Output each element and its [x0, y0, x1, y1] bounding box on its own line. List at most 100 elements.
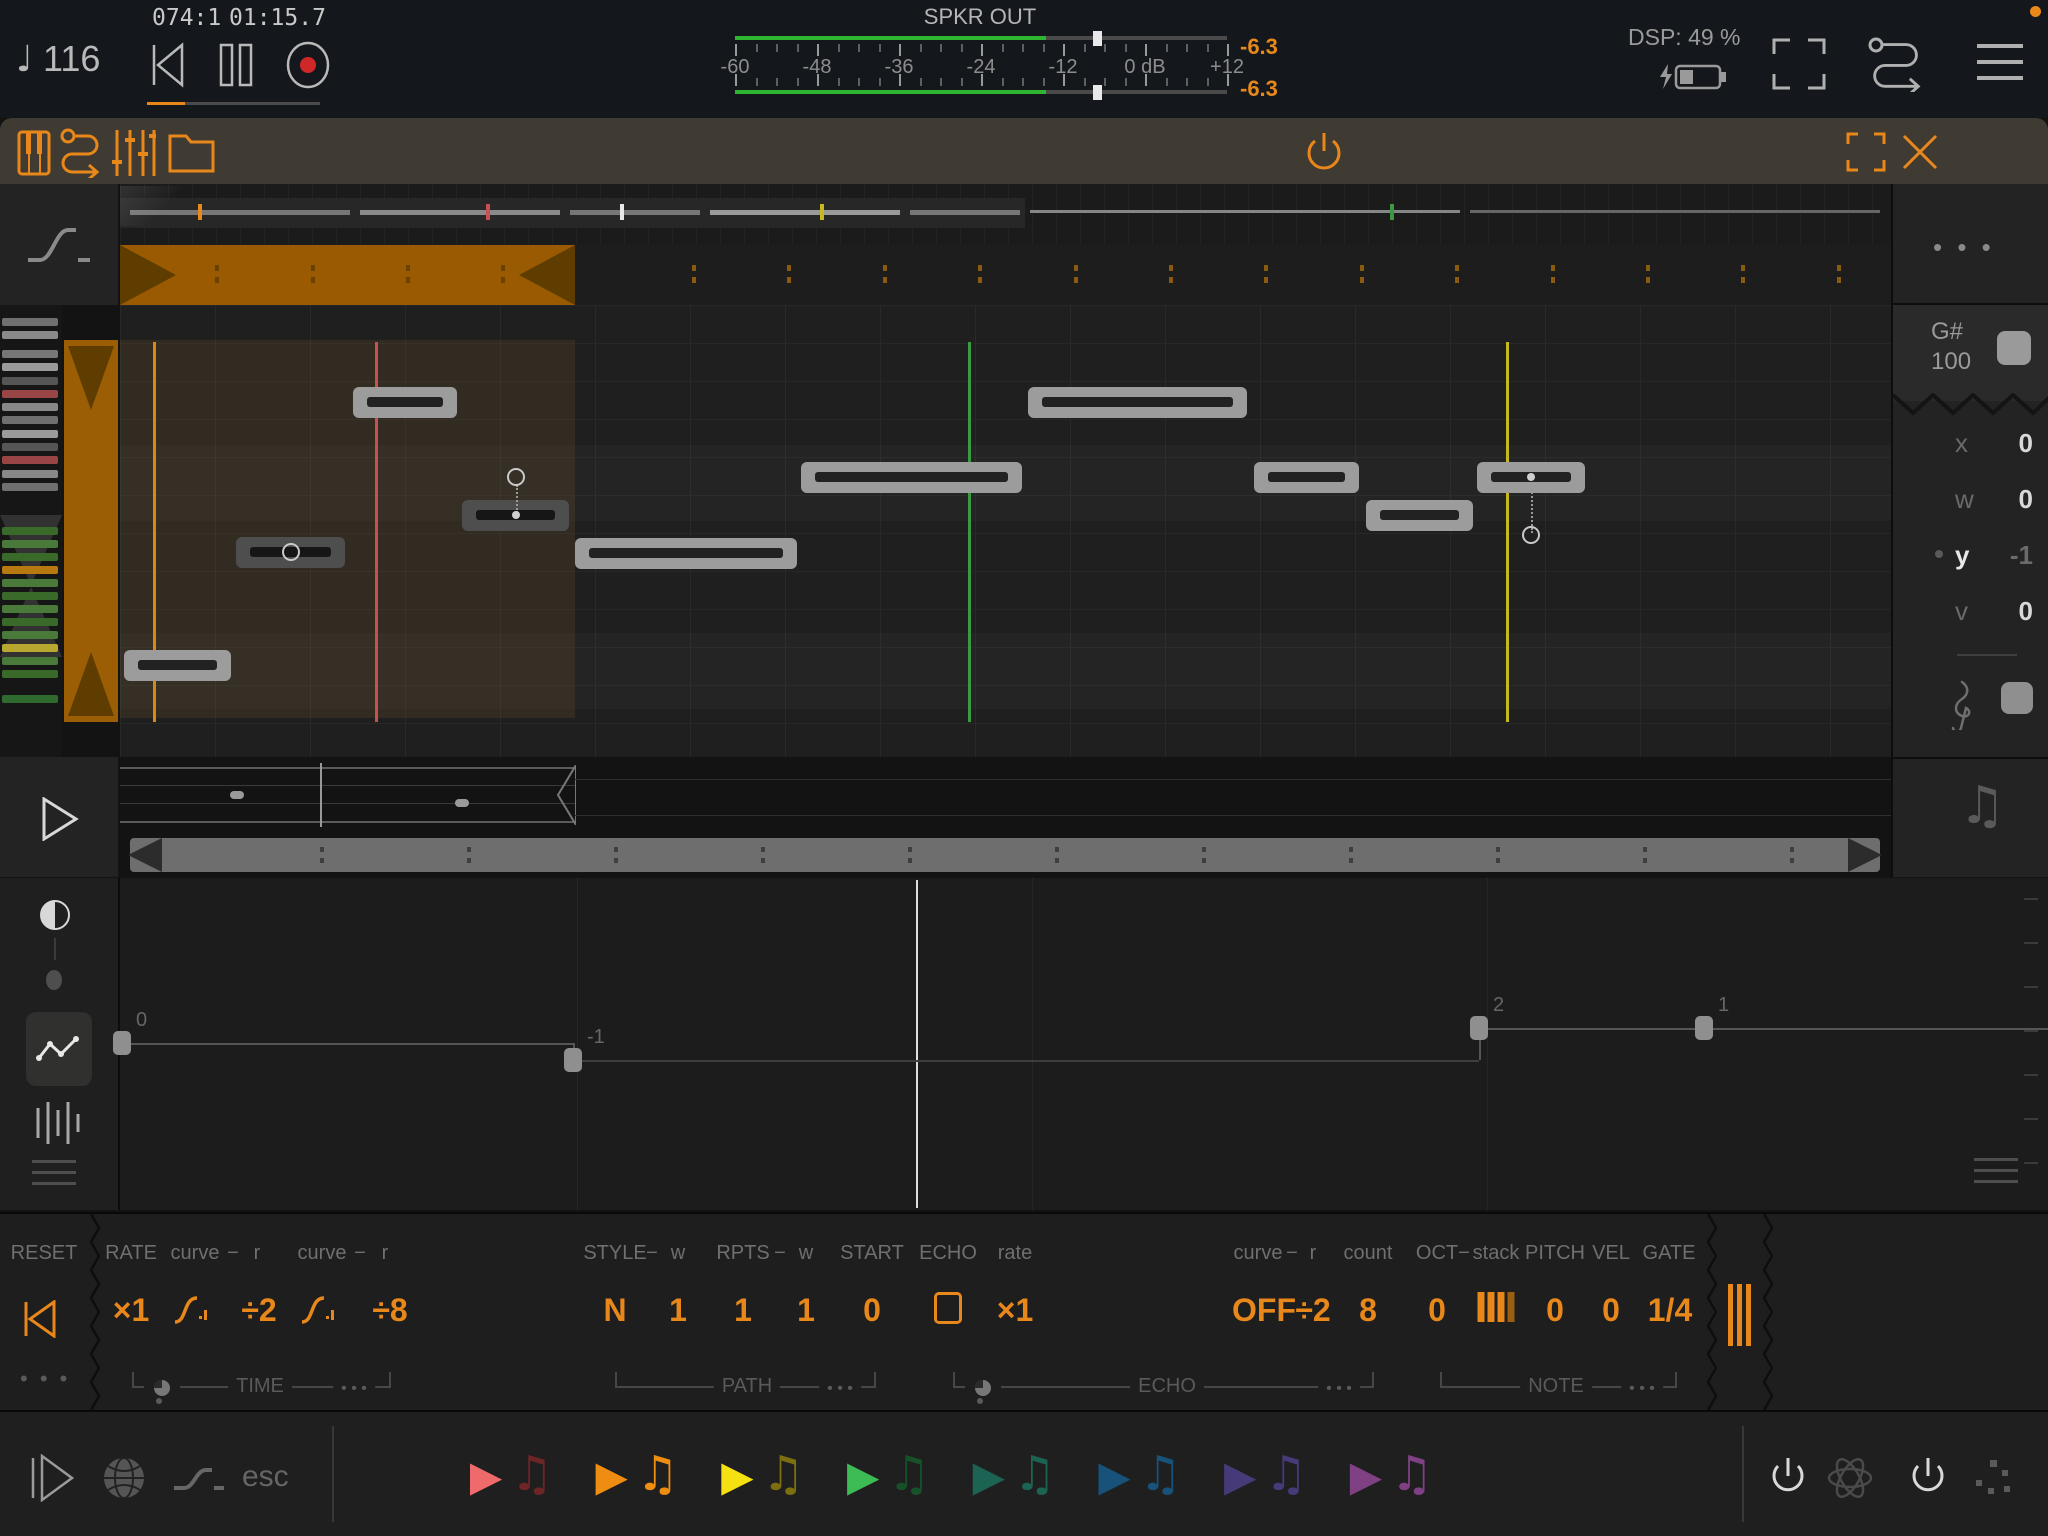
automation-node[interactable] [1695, 1016, 1713, 1040]
play-all-button[interactable] [28, 1454, 74, 1502]
play-button-red[interactable]: ▶ [470, 1452, 502, 1501]
note-color-swatch[interactable] [1997, 331, 2031, 365]
time-div-1[interactable]: ÷2 [241, 1292, 276, 1329]
note-mode-icon[interactable]: ♫ [1959, 776, 2006, 836]
automation-mode-button[interactable] [26, 1012, 92, 1086]
param-value[interactable]: 0 [1997, 596, 2033, 627]
half-circle-icon[interactable] [40, 900, 70, 930]
dot-toggle[interactable] [46, 970, 62, 990]
param-row-v[interactable]: v0 [1893, 592, 2048, 632]
reset-more-button[interactable]: • • • [20, 1366, 70, 1392]
time-curve-1[interactable] [173, 1292, 217, 1332]
esc-button[interactable]: esc [242, 1460, 289, 1494]
scatter-dots-icon[interactable] [1972, 1458, 2016, 1498]
plugin-power-button[interactable] [1303, 131, 1345, 175]
play-button-yellow[interactable]: ▶ [721, 1452, 753, 1501]
drag-handle-bar[interactable] [1746, 1284, 1751, 1346]
drag-handle-bar[interactable] [1737, 1284, 1742, 1346]
meter-fader-handle-bottom[interactable] [1093, 85, 1102, 100]
gate-value[interactable]: 1/4 [1648, 1292, 1692, 1329]
note-button-yellow[interactable]: ♫ [762, 1446, 805, 1502]
plugin-close-icon[interactable] [1900, 132, 1940, 172]
globe-icon[interactable] [102, 1456, 146, 1500]
echo-r[interactable]: ÷2 [1295, 1292, 1330, 1329]
mini-keyboard-strip[interactable] [0, 305, 62, 757]
rate-value[interactable]: ×1 [113, 1292, 149, 1329]
loop-start-handle[interactable] [120, 245, 176, 305]
horizontal-scrollbar[interactable] [120, 835, 1891, 877]
note-button-magenta[interactable]: ♫ [1390, 1446, 1433, 1502]
group-more-button[interactable]: • • • [819, 1380, 861, 1398]
play-button-green[interactable]: ▶ [847, 1452, 879, 1501]
treble-clef-icon[interactable] [1949, 678, 1975, 730]
style-value[interactable]: N [603, 1292, 626, 1329]
play-button-teal[interactable]: ▶ [973, 1452, 1005, 1501]
power-button-1[interactable] [1768, 1456, 1808, 1500]
rpts-w[interactable]: 1 [797, 1292, 815, 1329]
scrollbar-left-arrow[interactable] [128, 838, 162, 872]
rewind-button[interactable] [148, 42, 188, 88]
tempo-display[interactable]: ♩ 116 [16, 38, 100, 80]
power-button-2[interactable] [1908, 1456, 1948, 1500]
param-row-x[interactable]: x0 [1893, 424, 2048, 464]
note-tag[interactable]: G# 100 [1893, 305, 2048, 401]
note-handle-ring[interactable] [282, 543, 300, 561]
piano-icon[interactable] [17, 130, 51, 176]
output-meter[interactable]: -60-48-36-24-120 dB+12 [735, 28, 1227, 104]
mixer-icon[interactable] [112, 128, 156, 178]
param-value[interactable]: -1 [1997, 540, 2033, 571]
rpts-value[interactable]: 1 [734, 1292, 752, 1329]
plugin-expand-icon[interactable] [1846, 132, 1886, 172]
midi-note[interactable] [575, 538, 797, 569]
loop-end-handle[interactable] [519, 245, 575, 305]
automation-cursor[interactable] [916, 880, 918, 1208]
automation-node[interactable] [564, 1048, 582, 1072]
scroll-up-triangle[interactable] [68, 346, 114, 410]
note-handle-ring[interactable] [507, 468, 525, 486]
group-more-button[interactable]: • • • [1318, 1380, 1360, 1398]
pause-button[interactable] [218, 42, 254, 88]
note-button-blue[interactable]: ♫ [1139, 1446, 1182, 1502]
playhead-voice-3[interactable] [968, 342, 971, 722]
playhead-voice-4[interactable] [1506, 342, 1509, 722]
pattern-minimap[interactable] [120, 184, 1891, 245]
vel-value[interactable]: 0 [1602, 1292, 1620, 1329]
pitch-value[interactable]: 0 [1546, 1292, 1564, 1329]
param-value[interactable]: 0 [1997, 428, 2033, 459]
automation-right-menu-icon[interactable] [1974, 1158, 2018, 1183]
note-button-red[interactable]: ♫ [510, 1446, 553, 1502]
record-button[interactable] [284, 40, 332, 90]
piano-roll-grid[interactable] [120, 305, 1891, 757]
group-mix-knob[interactable] [144, 1378, 180, 1398]
stack-value[interactable] [1478, 1292, 1515, 1322]
param-row-w[interactable]: w0 [1893, 480, 2048, 520]
echo-toggle[interactable] [934, 1292, 962, 1324]
automation-node[interactable] [113, 1031, 131, 1055]
midi-note[interactable] [124, 650, 231, 681]
time-curve-2[interactable] [300, 1292, 344, 1332]
loop-range-bar[interactable] [120, 245, 1891, 305]
play-tool-cell[interactable] [0, 757, 118, 877]
play-button-magenta[interactable]: ▶ [1350, 1452, 1382, 1501]
folder-icon[interactable] [168, 132, 216, 174]
note-button-teal[interactable]: ♫ [1013, 1446, 1056, 1502]
notation-mini-view[interactable] [120, 757, 1891, 835]
scrollbar-right-arrow[interactable] [1848, 838, 1882, 872]
play-button-blue[interactable]: ▶ [1098, 1452, 1130, 1501]
note-button-green[interactable]: ♫ [888, 1446, 931, 1502]
curve-tool-cell[interactable] [0, 184, 118, 305]
echo-rate[interactable]: ×1 [997, 1292, 1033, 1329]
fullscreen-icon[interactable] [1772, 38, 1826, 90]
peak-readout-right[interactable]: -6.3 [1240, 76, 1278, 102]
note-button-purple[interactable]: ♫ [1265, 1446, 1308, 1502]
param-row-y[interactable]: y-1 [1893, 536, 2048, 576]
group-more-button[interactable]: • • • [1621, 1380, 1663, 1398]
style-w[interactable]: 1 [669, 1292, 687, 1329]
echo-count[interactable]: 8 [1359, 1292, 1377, 1329]
param-value[interactable]: 0 [1997, 484, 2033, 515]
signal-flow-icon[interactable] [1868, 36, 1932, 92]
midi-note[interactable] [353, 387, 457, 418]
echo-curve[interactable]: OFF [1232, 1292, 1296, 1329]
vertical-scroll-strip[interactable] [64, 340, 118, 722]
note-handle-ring[interactable] [1522, 526, 1540, 544]
